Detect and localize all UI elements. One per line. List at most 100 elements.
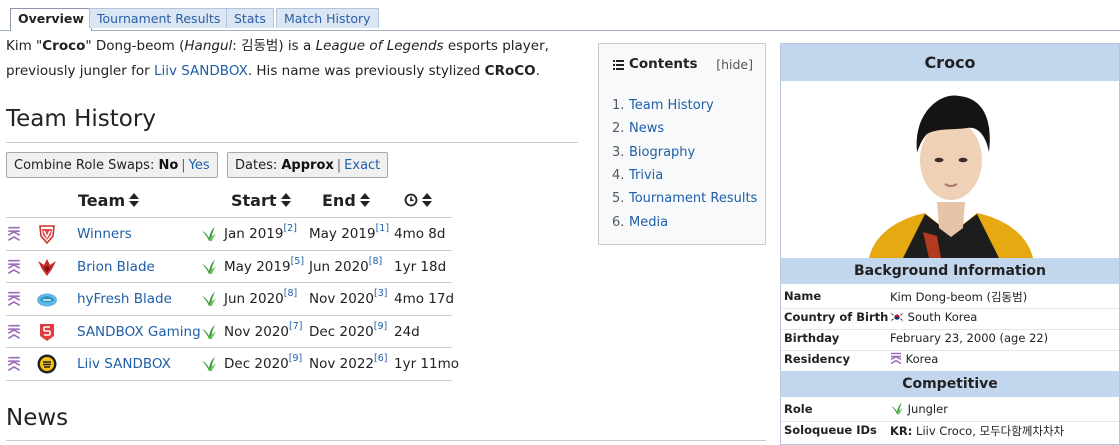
team-logo-icon[interactable] <box>36 256 58 278</box>
sort-icon <box>129 193 140 207</box>
column-header-end[interactable]: End <box>322 191 370 210</box>
end-text: Dec 2020 <box>309 323 374 340</box>
row-divider <box>781 350 1119 351</box>
hangul-label: Hangul <box>184 38 233 54</box>
reference-link[interactable]: [3] <box>374 288 387 299</box>
reference-link[interactable]: [6] <box>374 353 387 364</box>
team-link[interactable]: SANDBOX Gaming <box>77 316 201 348</box>
column-label: Team <box>78 191 126 210</box>
toc-item-number: 6. <box>612 214 625 230</box>
team-logo-icon[interactable] <box>36 223 58 245</box>
toc-item-link[interactable]: Tournament Results <box>629 191 757 206</box>
player-photo <box>869 95 1033 258</box>
reference-link[interactable]: [8] <box>369 256 382 267</box>
team-logo-icon[interactable] <box>36 353 58 375</box>
tab-stats[interactable]: Stats <box>226 8 274 28</box>
column-label: Start <box>231 191 277 210</box>
birthday-label: Birthday <box>784 331 840 345</box>
kr-region-icon <box>7 259 21 274</box>
dates-option-exact[interactable]: Exact <box>344 158 380 173</box>
toc-item-link[interactable]: Trivia <box>629 168 663 183</box>
toc-item[interactable]: 2. News <box>612 121 664 137</box>
kr-region-icon <box>890 352 902 365</box>
start-text: May 2019 <box>224 258 291 275</box>
reference-link[interactable]: [5] <box>291 256 304 267</box>
column-header-duration[interactable] <box>404 191 432 210</box>
residency-value: Korea <box>890 352 938 366</box>
column-header-team[interactable]: Team <box>78 191 140 210</box>
start-date: Jan 2019[2] <box>224 218 297 250</box>
toc-item-number: 2. <box>612 121 625 137</box>
infobox-title: Croco <box>781 44 1119 81</box>
team-link[interactable]: Brion Blade <box>77 251 155 283</box>
toc-item-number: 3. <box>612 144 625 160</box>
end-date: May 2019[1] <box>309 218 389 250</box>
toc-item-link[interactable]: Media <box>629 215 668 230</box>
intro-text: " Dong-beom ( <box>85 38 185 54</box>
jungler-role-icon <box>202 357 216 371</box>
team-link[interactable]: Liiv SANDBOX <box>77 348 171 380</box>
dates-toggle: Dates: Approx | Exact <box>227 152 389 178</box>
team-history-row: Brion Blade May 2019[5] Jun 2020[8] 1yr 18d <box>6 249 452 283</box>
reference-link[interactable]: [1] <box>376 223 389 234</box>
reference-link[interactable]: [9] <box>289 353 302 364</box>
jungler-role-icon <box>202 227 216 241</box>
news-heading: News <box>6 405 69 431</box>
intro-text: : 김동범) is a <box>232 38 316 54</box>
toggle-separator: | <box>336 158 342 173</box>
toggle-separator: | <box>181 158 186 173</box>
end-text: Nov 2020 <box>309 291 374 307</box>
row-divider <box>781 421 1119 422</box>
toc-item[interactable]: 6. Media <box>612 215 668 231</box>
start-text: Jun 2020 <box>224 291 284 307</box>
tab-overview[interactable]: Overview <box>10 8 92 31</box>
kr-region-icon <box>7 226 21 241</box>
toc-item-link[interactable]: Team History <box>629 98 714 113</box>
team-logo-icon[interactable] <box>36 321 58 343</box>
combine-option-no[interactable]: No <box>158 158 178 173</box>
team-logo-icon[interactable] <box>36 288 58 310</box>
stylized-name: CRoCO <box>484 63 536 79</box>
intro-text: esports player, <box>443 38 549 54</box>
clock-icon <box>404 193 418 207</box>
team-history-row: hyFresh Blade Jun 2020[8] Nov 2020[3] 4mo 1… <box>6 282 455 315</box>
sort-icon <box>280 193 291 207</box>
toc-item[interactable]: 4. Trivia <box>612 168 663 184</box>
team-link[interactable]: Winners <box>77 218 132 250</box>
end-text: Nov 2022 <box>309 356 374 372</box>
duration: 4mo 17d <box>394 291 455 307</box>
toc-item[interactable]: 1. Team History <box>612 98 714 114</box>
toggle-label: Dates: <box>235 158 282 173</box>
reference-link[interactable]: [9] <box>374 321 387 332</box>
toc-item-link[interactable]: Biography <box>629 145 695 160</box>
row-divider <box>781 308 1119 309</box>
toc-item[interactable]: 3. Biography <box>612 145 695 161</box>
tab-match-history[interactable]: Match History <box>276 8 379 28</box>
reference-link[interactable]: [8] <box>284 288 297 299</box>
sort-icon <box>422 193 432 207</box>
team-history-row: Winners Jan 2019[2] May 2019[1] 4mo 8d <box>6 217 452 250</box>
tab-tournament-results[interactable]: Tournament Results <box>89 8 229 28</box>
end-text: Jun 2020 <box>309 258 369 275</box>
sort-icon <box>359 193 370 207</box>
reference-link[interactable]: [2] <box>283 223 296 234</box>
kr-region-icon <box>7 324 21 339</box>
team-link[interactable]: hyFresh Blade <box>77 283 172 315</box>
dates-option-approx[interactable]: Approx <box>281 158 333 173</box>
column-header-start[interactable]: Start <box>231 191 291 210</box>
soloqueue-ids-value: KR: Liiv Croco, 모두다함께차차차 <box>890 423 1064 439</box>
team-link[interactable]: Liiv SANDBOX <box>154 63 248 79</box>
role-label: Role <box>784 402 813 416</box>
toc-hide-link[interactable]: [hide] <box>716 57 753 72</box>
start-date: May 2019[5] <box>224 251 304 283</box>
toc-item-link[interactable]: News <box>629 121 664 136</box>
south-korea-flag-icon <box>889 311 905 323</box>
start-text: Jan 2019 <box>224 226 284 242</box>
column-label: End <box>322 191 356 210</box>
team-history-row: Liiv SANDBOX Dec 2020[9] Nov 2022[6] 1yr 11… <box>6 347 459 381</box>
combine-option-yes[interactable]: Yes <box>189 158 210 173</box>
toc-item[interactable]: 5. Tournament Results <box>612 191 757 207</box>
reference-link[interactable]: [7] <box>289 321 302 332</box>
jungler-role-icon <box>891 402 903 415</box>
soloqueue-text: Liiv Croco, 모두다함께차차차 <box>912 424 1065 438</box>
